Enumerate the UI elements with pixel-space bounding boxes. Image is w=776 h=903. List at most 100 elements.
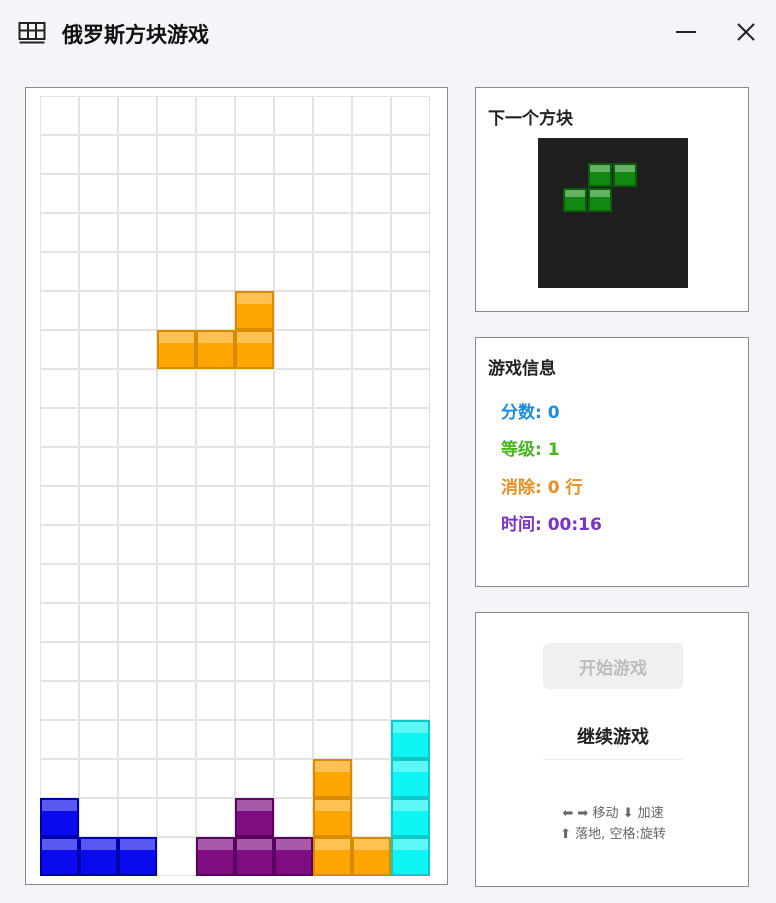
board-cell [274,96,313,135]
board-cell [352,213,391,252]
board-cell [157,603,196,642]
board-cell [274,798,313,837]
board-cell [118,486,157,525]
controls-help-drop: ⬆ 落地, 空格:旋转 [560,827,666,842]
board-cell [196,564,235,603]
board-cell [79,759,118,798]
resume-game-button[interactable]: 继续游戏 [543,713,683,760]
board-cell [274,408,313,447]
board-cell [235,681,274,720]
board-cell [118,213,157,252]
board-cell [352,96,391,135]
level-label: 等级 [501,440,548,460]
minimize-button[interactable] [668,14,704,50]
board-cell [391,681,430,720]
board-cell [157,837,196,876]
score-label: 分数 [501,403,548,423]
board-cell [196,96,235,135]
board-cell [352,720,391,759]
board-cell [274,213,313,252]
board-cell [157,291,196,330]
settled-block [79,837,118,876]
board-cell [79,564,118,603]
board-cell [391,291,430,330]
board-cell [352,525,391,564]
board-cell [235,369,274,408]
board-cell [274,174,313,213]
board-cell [352,798,391,837]
start-game-button[interactable]: 开始游戏 [543,643,683,689]
board-cell [352,564,391,603]
board-cell [235,564,274,603]
board-cell [274,135,313,174]
close-button[interactable] [728,14,764,50]
board-cell [40,213,79,252]
board-cell [274,447,313,486]
board-cell [196,642,235,681]
board-cell [157,681,196,720]
board-cell [274,720,313,759]
board-cell [274,642,313,681]
board-cell [79,720,118,759]
level-display: 等级1 [501,435,560,460]
board-cell [157,408,196,447]
board-cell [118,525,157,564]
board-cell [79,369,118,408]
board-cell [79,330,118,369]
board-cell [274,486,313,525]
board-cell [196,135,235,174]
board-cell [352,759,391,798]
controls-help-move: ⬅ ➡ 移动 ⬇ 加速 [562,806,664,821]
board-cell [196,252,235,291]
settled-block [391,720,430,759]
next-piece-block [613,163,637,187]
board-cell [274,252,313,291]
board-cell [196,291,235,330]
falling-block [196,330,235,369]
time-display: 时间00:16 [501,510,602,535]
board-cell [40,135,79,174]
board-cell [274,681,313,720]
board-cell [352,408,391,447]
board-cell [40,291,79,330]
board-cell [79,525,118,564]
close-icon [737,23,755,41]
board-cell [40,96,79,135]
settled-block [391,837,430,876]
board-cell [40,369,79,408]
board-cell [118,564,157,603]
board-cell [352,681,391,720]
board-cell [79,174,118,213]
board-cell [391,330,430,369]
board-cell [79,603,118,642]
game-info-title: 游戏信息 [488,359,556,379]
time-label: 时间 [501,515,548,535]
board-cell [391,135,430,174]
board-cell [196,681,235,720]
lines-cleared-display: 消除0 行 [501,473,582,498]
board-cell [157,720,196,759]
game-board[interactable] [40,96,432,878]
board-cell [118,759,157,798]
board-cell [274,330,313,369]
board-cell [313,603,352,642]
board-cell [313,720,352,759]
board-cell [118,642,157,681]
board-cell [118,174,157,213]
board-cell [235,447,274,486]
board-cell [235,96,274,135]
next-piece-block [588,163,612,187]
board-cell [40,759,79,798]
board-cell [118,252,157,291]
settled-block [313,798,352,837]
board-cell [313,291,352,330]
board-cell [118,798,157,837]
board-cell [79,642,118,681]
board-cell [40,564,79,603]
board-cell [235,174,274,213]
board-cell [235,642,274,681]
board-cell [157,96,196,135]
board-cell [40,408,79,447]
board-cell [235,603,274,642]
board-cell [352,642,391,681]
